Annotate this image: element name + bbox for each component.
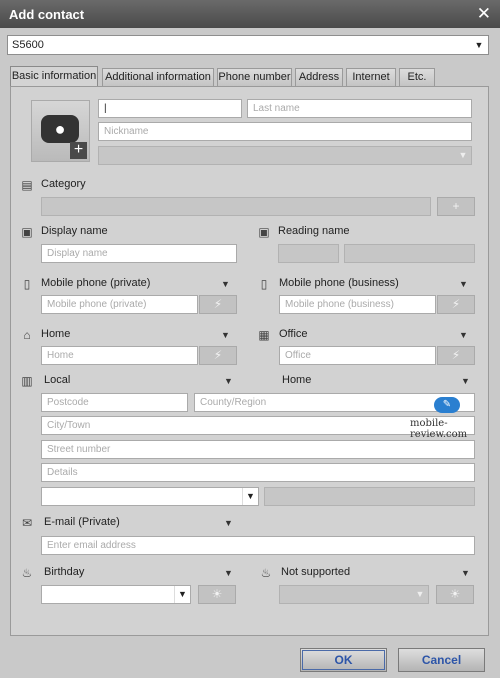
cake-icon: ♨ (260, 566, 272, 580)
home-phone-type-dropdown[interactable]: ▼ (221, 330, 230, 340)
email-type-dropdown[interactable]: ▼ (224, 518, 233, 528)
tab-phone-number[interactable]: Phone number (217, 68, 292, 86)
email-icon: ✉ (21, 516, 33, 530)
category-icon: ▤ (21, 178, 33, 192)
birthday-type-dropdown[interactable]: ▼ (224, 568, 233, 578)
mobile-private-type-dropdown[interactable]: ▼ (221, 279, 230, 289)
office-icon: ▦ (258, 328, 270, 342)
nickname-field[interactable]: Nickname (98, 122, 472, 141)
watermark-text: mobile-review.com (410, 418, 468, 440)
home-icon: ⌂ (23, 328, 31, 342)
mobile-business-label: Mobile phone (business) (279, 277, 399, 289)
category-field (41, 197, 431, 216)
cake-icon: ♨ (21, 566, 33, 580)
contact-photo[interactable]: ● + (31, 100, 90, 162)
tab-additional-information[interactable]: Additional information (102, 68, 214, 86)
mobile-phone-icon: ▯ (260, 277, 268, 291)
chevron-down-icon: ▼ (455, 147, 471, 164)
region-field[interactable]: County/Region (194, 393, 475, 412)
chevron-down-icon[interactable]: ▼ (472, 37, 486, 53)
home-phone-field[interactable]: Home (41, 346, 198, 365)
display-name-label: Display name (41, 225, 108, 237)
details-field[interactable]: Details (41, 463, 475, 482)
watermark-logo: ✎ (434, 397, 460, 413)
chevron-down-icon[interactable]: ▼ (242, 488, 258, 505)
email-field[interactable]: Enter email address (41, 536, 475, 555)
lightning-icon[interactable]: ⚡ (437, 346, 475, 365)
office-phone-type-dropdown[interactable]: ▼ (459, 330, 468, 340)
last-name-field[interactable]: Last name (247, 99, 472, 118)
mobile-private-label: Mobile phone (private) (41, 277, 151, 289)
address-type-label: Local (44, 374, 71, 386)
anniversary-type-dropdown[interactable]: ▼ (461, 568, 470, 578)
lightning-icon[interactable]: ⚡ (199, 346, 237, 365)
reading-name-field-1 (278, 244, 339, 263)
reading-name-label: Reading name (278, 225, 350, 237)
cancel-button[interactable]: Cancel (398, 648, 485, 672)
tab-basic-information[interactable]: Basic information (10, 66, 98, 86)
anniversary-date-field: ▼ (279, 585, 429, 604)
street-field[interactable]: Street number (41, 440, 475, 459)
reading-name-icon: ▣ (258, 225, 270, 239)
add-category-button[interactable]: + (437, 197, 475, 216)
tab-etc[interactable]: Etc. (399, 68, 435, 86)
tab-address[interactable]: Address (295, 68, 343, 86)
postcode-field[interactable]: Postcode (41, 393, 188, 412)
office-phone-label: Office (279, 328, 308, 340)
reading-name-field-2 (344, 244, 475, 263)
add-photo-icon[interactable]: + (70, 142, 87, 159)
birthday-date-field[interactable]: ▼ (41, 585, 191, 604)
office-phone-field[interactable]: Office (279, 346, 436, 365)
mobile-business-field[interactable]: Mobile phone (business) (279, 295, 436, 314)
category-label: Category (41, 178, 86, 190)
email-label: E-mail (Private) (44, 516, 120, 528)
add-contact-dialog: Add contact ✕ S5600 ▼ Basic information … (0, 0, 500, 678)
device-select[interactable]: S5600 ▼ (7, 35, 489, 55)
display-name-field[interactable]: Display name (41, 244, 237, 263)
mobile-phone-icon: ▯ (23, 277, 31, 291)
window-title: Add contact (9, 7, 85, 22)
calendar-icon: ☀ (436, 585, 474, 604)
country-select[interactable]: ▼ (41, 487, 259, 506)
birthday-label: Birthday (44, 566, 85, 578)
address-kind-label: Home (282, 374, 312, 386)
mobile-private-field[interactable]: Mobile phone (private) (41, 295, 198, 314)
tab-internet[interactable]: Internet (346, 68, 396, 86)
device-select-value: S5600 (12, 39, 44, 51)
ok-button[interactable]: OK (300, 648, 387, 672)
contact-card-icon: ● (41, 115, 79, 143)
calendar-icon[interactable]: ☀ (198, 585, 236, 604)
mobile-business-type-dropdown[interactable]: ▼ (459, 279, 468, 289)
lightning-icon[interactable]: ⚡ (437, 295, 475, 314)
country-extra-field (264, 487, 475, 506)
chevron-down-icon: ▼ (412, 586, 428, 603)
chevron-down-icon[interactable]: ▼ (174, 586, 190, 603)
address-icon: ▥ (21, 374, 33, 388)
first-name-field[interactable]: | (98, 99, 242, 118)
anniversary-label: Not supported (281, 566, 351, 578)
home-phone-label: Home (41, 328, 71, 340)
title-bar: Add contact ✕ (0, 0, 500, 28)
address-kind-dropdown[interactable]: ▼ (461, 376, 470, 386)
name-extra-select: ▼ (98, 146, 472, 165)
close-icon[interactable]: ✕ (477, 4, 491, 24)
lightning-icon[interactable]: ⚡ (199, 295, 237, 314)
address-type-dropdown[interactable]: ▼ (224, 376, 233, 386)
display-name-icon: ▣ (21, 225, 33, 239)
